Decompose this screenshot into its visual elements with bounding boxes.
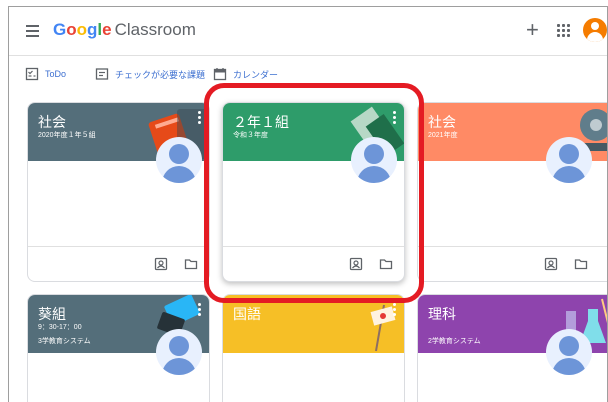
class-card[interactable]: 国語 (222, 294, 405, 402)
teacher-avatar-icon (546, 137, 592, 183)
card-title[interactable]: 葵組 (38, 304, 66, 324)
class-card[interactable]: 理科 2学教育システム (417, 294, 607, 402)
card-footer (418, 246, 607, 281)
card-subtitle: 2学教育システム (428, 338, 481, 345)
review-link[interactable]: チェックが必要な課題 (95, 67, 205, 81)
todo-link[interactable]: ToDo (25, 67, 66, 81)
flag-illustration (370, 304, 396, 352)
calendar-label: カレンダー (233, 69, 279, 80)
folder-icon[interactable] (184, 257, 198, 271)
product-name: Classroom (114, 20, 196, 39)
todo-checklist-icon (25, 67, 39, 81)
review-label: チェックが必要な課題 (115, 69, 206, 80)
app-logo[interactable]: Google Classroom (53, 20, 196, 40)
calendar-link[interactable]: カレンダー (213, 67, 278, 81)
card-title[interactable]: 社会 (428, 112, 456, 132)
class-card[interactable]: 葵組 9：30-17：00 3学教育システム (27, 294, 210, 402)
folder-icon[interactable] (574, 257, 588, 271)
more-vert-icon[interactable] (198, 303, 201, 317)
card-subtitle: 2020年度１年５組 (38, 132, 96, 139)
plus-icon[interactable]: + (526, 17, 539, 43)
card-title[interactable]: 社会 (38, 112, 66, 132)
card-subtitle: 2021年度 (428, 132, 458, 139)
card-subtitle: 9：30-17：00 (38, 324, 82, 331)
teacher-avatar-icon (546, 329, 592, 375)
card-header[interactable]: 国語 (223, 295, 404, 353)
class-card[interactable]: 社会 2020年度１年５組 (27, 102, 210, 282)
card-title[interactable]: 理科 (428, 304, 456, 324)
calendar-icon (213, 68, 227, 81)
google-wordmark: Google (53, 20, 112, 39)
card-footer (28, 246, 209, 281)
apps-grid-icon[interactable] (557, 24, 571, 38)
hamburger-menu-icon[interactable] (23, 21, 43, 41)
card-title[interactable]: 国語 (233, 304, 261, 324)
assignment-person-icon[interactable] (154, 257, 168, 271)
highlight-annotation (204, 83, 424, 303)
account-avatar-icon[interactable] (583, 18, 607, 42)
assignment-person-icon[interactable] (544, 257, 558, 271)
top-app-bar: Google Classroom + (9, 7, 607, 56)
more-vert-icon[interactable] (198, 111, 201, 125)
class-card[interactable]: 社会 2021年度 (417, 102, 607, 282)
more-vert-icon[interactable] (393, 303, 396, 317)
teacher-avatar-icon (156, 329, 202, 375)
todo-label: ToDo (45, 69, 67, 79)
card-section: 3学教育システム (38, 338, 91, 345)
teacher-avatar-icon (156, 137, 202, 183)
review-tray-icon (95, 68, 109, 80)
